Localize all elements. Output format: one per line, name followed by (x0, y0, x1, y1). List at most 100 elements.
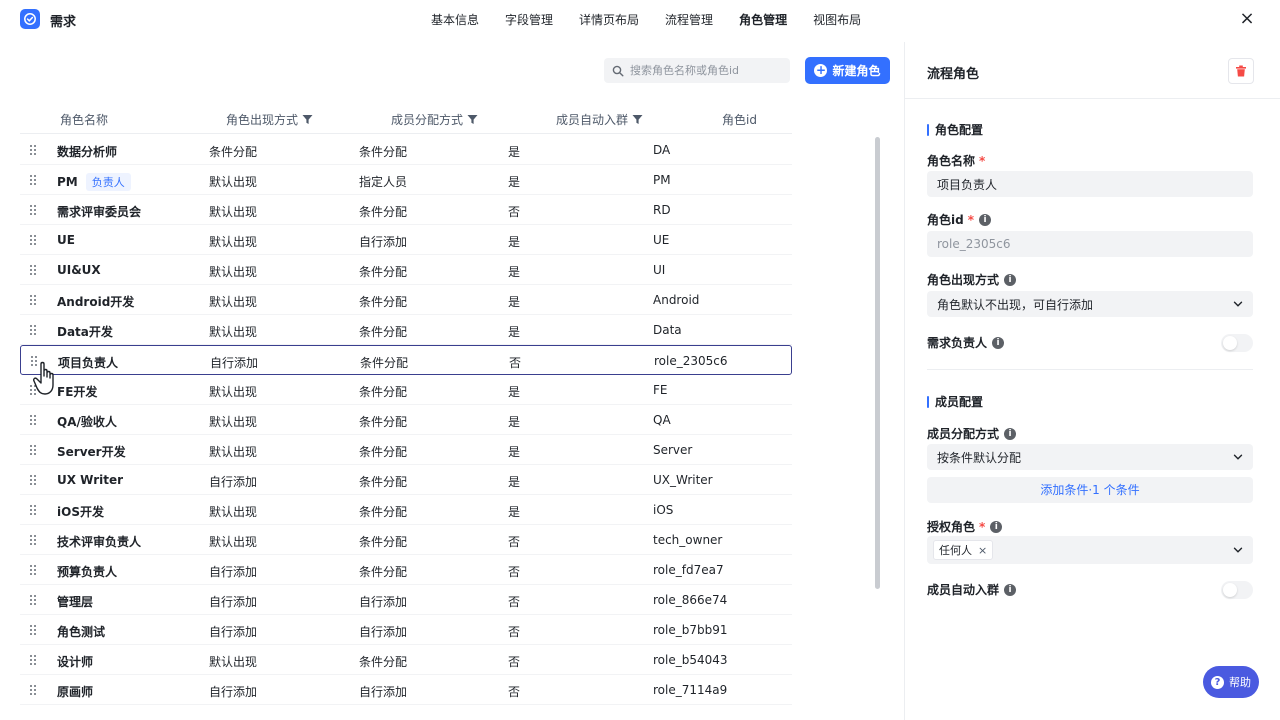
role-id-cell: role_866e74 (653, 593, 728, 607)
assign-mode-cell: 条件分配 (359, 265, 408, 279)
appear-mode-cell: 自行添加 (209, 475, 258, 489)
role-search-box[interactable] (604, 58, 790, 83)
drag-handle-icon[interactable] (29, 594, 37, 606)
drag-handle-icon[interactable] (29, 174, 37, 186)
close-icon[interactable]: × (1238, 10, 1256, 28)
drag-handle-icon[interactable] (29, 204, 37, 216)
tab-view-layout[interactable]: 视图布局 (800, 0, 874, 40)
table-row[interactable]: 设计师 默认出现 条件分配 否 role_b54043 (20, 645, 792, 675)
drag-handle-icon[interactable] (29, 624, 37, 636)
assign-mode-cell: 条件分配 (359, 535, 408, 549)
drag-handle-icon[interactable] (29, 564, 37, 576)
role-id-cell: RD (653, 203, 671, 217)
info-icon[interactable]: i (992, 336, 1005, 349)
grant-role-label: 授权角色 * i (927, 518, 1003, 535)
table-row[interactable]: QA/验收人 默认出现 条件分配 是 QA (20, 405, 792, 435)
role-id-cell: role_b7bb91 (653, 623, 728, 637)
table-row[interactable]: 原画师 自行添加 自行添加 否 role_7114a9 (20, 675, 792, 705)
role-name-cell: Server开发 (57, 445, 126, 459)
assign-mode-cell: 条件分配 (359, 145, 408, 159)
info-icon[interactable]: i (1004, 427, 1017, 440)
panel-divider (905, 98, 1280, 99)
role-name-cell: Android开发 (57, 295, 135, 309)
help-button[interactable]: ? 帮助 (1203, 666, 1259, 698)
auto-group-cell: 是 (508, 505, 521, 519)
assign-mode-cell: 自行添加 (359, 235, 408, 249)
new-role-label: 新建角色 (832, 64, 881, 78)
assign-mode-select[interactable]: 按条件默认分配 (927, 444, 1253, 470)
table-row[interactable]: Android开发 默认出现 条件分配 是 Android (20, 285, 792, 315)
auto-group-cell: 是 (508, 145, 521, 159)
appear-mode-cell: 默认出现 (209, 445, 258, 459)
drag-handle-icon[interactable] (29, 474, 37, 486)
drag-handle-icon[interactable] (29, 534, 37, 546)
drag-handle-icon[interactable] (29, 264, 37, 276)
appear-mode-cell: 默认出现 (209, 295, 258, 309)
info-icon[interactable]: i (1004, 583, 1017, 596)
delete-role-button[interactable] (1228, 58, 1254, 84)
add-condition-button[interactable]: 添加条件·1 个条件 (927, 477, 1253, 503)
drag-handle-icon[interactable] (29, 504, 37, 516)
appear-mode-cell: 默认出现 (209, 175, 258, 189)
drag-handle-icon[interactable] (29, 294, 37, 306)
drag-handle-icon[interactable] (29, 234, 37, 246)
table-scrollbar[interactable] (875, 137, 880, 589)
role-name-label: 角色名称 * (927, 153, 986, 169)
drag-handle-icon[interactable] (29, 144, 37, 156)
filter-icon[interactable] (467, 114, 478, 125)
grant-role-select[interactable]: 任何人 × (927, 536, 1253, 564)
appear-mode-cell: 自行添加 (209, 685, 258, 699)
table-row[interactable]: 角色测试 自行添加 自行添加 否 role_b7bb91 (20, 615, 792, 645)
auto-group-cell: 否 (508, 655, 521, 669)
tab-role-management[interactable]: 角色管理 (726, 0, 800, 40)
table-row[interactable]: UE 默认出现 自行添加 是 UE (20, 225, 792, 255)
drag-handle-icon[interactable] (29, 324, 37, 336)
table-row[interactable]: 项目负责人 自行添加 条件分配 否 role_2305c6 (20, 345, 792, 375)
tab-workflow-management[interactable]: 流程管理 (652, 0, 726, 40)
table-row[interactable]: Data开发 默认出现 条件分配 是 Data (20, 315, 792, 345)
search-input[interactable] (630, 64, 780, 77)
role-detail-panel: 流程角色 角色配置 角色名称 * 项目负责人 角色id * i role_2305c6… (904, 42, 1280, 720)
table-row[interactable]: 数据分析师 条件分配 条件分配 是 DA (20, 135, 792, 165)
filter-icon[interactable] (632, 114, 643, 125)
chip-remove-icon[interactable]: × (978, 544, 987, 557)
owner-toggle[interactable] (1221, 334, 1253, 352)
auto-group-cell: 是 (508, 415, 521, 429)
table-row[interactable]: Server开发 默认出现 条件分配 是 Server (20, 435, 792, 465)
table-row[interactable]: 预算负责人 自行添加 条件分配 否 role_fd7ea7 (20, 555, 792, 585)
tab-field-management[interactable]: 字段管理 (492, 0, 566, 40)
appear-mode-cell: 默认出现 (209, 505, 258, 519)
required-mark: * (979, 153, 986, 168)
role-name-cell: FE开发 (57, 385, 98, 399)
drag-handle-icon[interactable] (29, 654, 37, 666)
auto-group-cell: 是 (508, 265, 521, 279)
info-icon[interactable]: i (1004, 273, 1017, 286)
tab-basic-info[interactable]: 基本信息 (418, 0, 492, 40)
filter-icon[interactable] (302, 114, 313, 125)
assign-mode-cell: 自行添加 (359, 625, 408, 639)
table-row[interactable]: UX Writer 自行添加 条件分配 是 UX_Writer (20, 465, 792, 495)
table-row[interactable]: FE开发 默认出现 条件分配 是 FE (20, 375, 792, 405)
auto-group-cell: 是 (508, 325, 521, 339)
drag-handle-icon[interactable] (29, 414, 37, 426)
auto-group-cell: 否 (508, 595, 521, 609)
info-icon[interactable]: i (979, 213, 991, 226)
table-row[interactable]: iOS开发 默认出现 条件分配 是 iOS (20, 495, 792, 525)
appear-mode-cell: 默认出现 (209, 205, 258, 219)
tab-detail-layout[interactable]: 详情页布局 (566, 0, 652, 40)
table-row[interactable]: 管理层 自行添加 自行添加 否 role_866e74 (20, 585, 792, 615)
new-role-button[interactable]: + 新建角色 (805, 57, 890, 84)
assign-mode-cell: 条件分配 (359, 325, 408, 339)
auto-group-toggle[interactable] (1221, 581, 1253, 599)
appear-mode-select[interactable]: 角色默认不出现，可自行添加 (927, 291, 1253, 317)
table-row[interactable]: PM 负责人 默认出现 指定人员 是 PM (20, 165, 792, 195)
drag-handle-icon[interactable] (29, 684, 37, 696)
role-id-cell: iOS (653, 503, 674, 517)
table-row[interactable]: 技术评审负责人 默认出现 条件分配 否 tech_owner (20, 525, 792, 555)
table-row[interactable]: 需求评审委员会 默认出现 条件分配 否 RD (20, 195, 792, 225)
role-name-input[interactable]: 项目负责人 (927, 171, 1253, 197)
table-row[interactable]: UI&UX 默认出现 条件分配 是 UI (20, 255, 792, 285)
drag-handle-icon[interactable] (29, 444, 37, 456)
info-icon[interactable]: i (990, 520, 1003, 533)
panel-title: 流程角色 (927, 67, 980, 82)
